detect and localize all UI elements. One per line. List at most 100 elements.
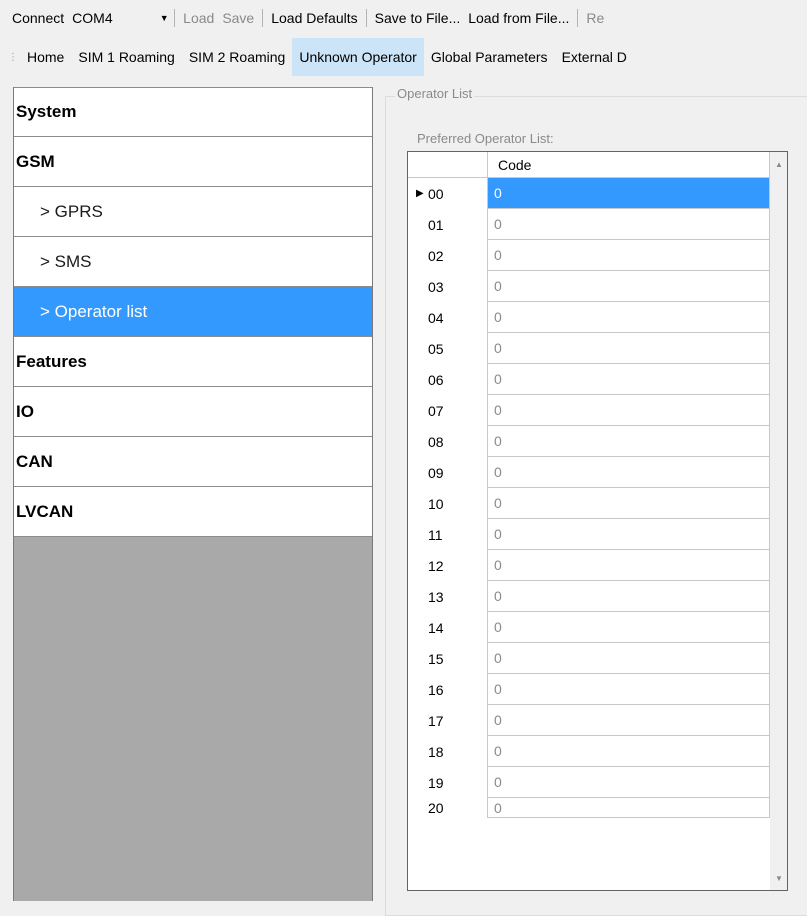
row-header[interactable]: 06 bbox=[408, 364, 488, 395]
table-row[interactable]: 11 0 bbox=[408, 519, 770, 550]
table-row[interactable]: 15 0 bbox=[408, 643, 770, 674]
code-cell[interactable]: 0 bbox=[488, 674, 770, 705]
row-header[interactable]: 11 bbox=[408, 519, 488, 550]
table-row[interactable]: 01 0 bbox=[408, 209, 770, 240]
code-cell[interactable]: 0 bbox=[488, 333, 770, 364]
row-header[interactable]: 05 bbox=[408, 333, 488, 364]
table-row[interactable]: 10 0 bbox=[408, 488, 770, 519]
table-row[interactable]: 20 0 bbox=[408, 798, 770, 818]
save-to-file-button[interactable]: Save to File... bbox=[371, 10, 465, 26]
code-cell[interactable]: 0 bbox=[488, 612, 770, 643]
operator-grid[interactable]: Code ▶ 00 0 01 0 02 0 03 0 04 0 05 0 06 0 07 0 08 0 09 0 10 0 1… bbox=[407, 151, 788, 891]
code-cell[interactable]: 0 bbox=[488, 550, 770, 581]
port-combobox[interactable]: COM4 ▼ bbox=[70, 7, 170, 29]
sidebar-item-lvcan[interactable]: LVCAN bbox=[14, 487, 372, 537]
load-defaults-button[interactable]: Load Defaults bbox=[267, 10, 361, 26]
table-row[interactable]: 02 0 bbox=[408, 240, 770, 271]
vertical-scrollbar[interactable]: ▲ ▼ bbox=[770, 152, 787, 890]
row-header[interactable]: 18 bbox=[408, 736, 488, 767]
tab-external-devices[interactable]: External D bbox=[555, 38, 634, 76]
load-from-file-button[interactable]: Load from File... bbox=[464, 10, 573, 26]
sidebar-item-features[interactable]: Features bbox=[14, 337, 372, 387]
tab-sim1-roaming[interactable]: SIM 1 Roaming bbox=[71, 38, 181, 76]
tab-global-parameters[interactable]: Global Parameters bbox=[424, 38, 555, 76]
grip-icon[interactable]: ⋮ bbox=[8, 38, 20, 76]
code-cell[interactable]: 0 bbox=[488, 581, 770, 612]
grid-corner-cell[interactable] bbox=[408, 152, 488, 178]
code-cell[interactable]: 0 bbox=[488, 364, 770, 395]
code-cell[interactable]: 0 bbox=[488, 302, 770, 333]
row-header[interactable]: 08 bbox=[408, 426, 488, 457]
code-cell[interactable]: 0 bbox=[488, 240, 770, 271]
row-index: 09 bbox=[428, 464, 444, 481]
group-title: Operator List bbox=[395, 86, 475, 101]
code-cell[interactable]: 0 bbox=[488, 395, 770, 426]
code-cell[interactable]: 0 bbox=[488, 209, 770, 240]
tab-sim2-roaming[interactable]: SIM 2 Roaming bbox=[182, 38, 292, 76]
table-row[interactable]: ▶ 00 0 bbox=[408, 178, 770, 209]
code-cell[interactable]: 0 bbox=[488, 488, 770, 519]
row-header[interactable]: 10 bbox=[408, 488, 488, 519]
row-header[interactable]: 14 bbox=[408, 612, 488, 643]
row-header[interactable]: 01 bbox=[408, 209, 488, 240]
row-header[interactable]: 17 bbox=[408, 705, 488, 736]
row-index: 00 bbox=[428, 185, 444, 202]
table-row[interactable]: 06 0 bbox=[408, 364, 770, 395]
sidebar-item-io[interactable]: IO bbox=[14, 387, 372, 437]
row-header[interactable]: 04 bbox=[408, 302, 488, 333]
sidebar-item-operator-list[interactable]: > Operator list bbox=[14, 287, 372, 337]
table-row[interactable]: 09 0 bbox=[408, 457, 770, 488]
tab-home[interactable]: Home bbox=[20, 38, 71, 76]
tab-unknown-operator[interactable]: Unknown Operator bbox=[292, 38, 424, 76]
table-row[interactable]: 12 0 bbox=[408, 550, 770, 581]
sidebar-item-gsm[interactable]: GSM bbox=[14, 137, 372, 187]
sidebar-item-gprs[interactable]: > GPRS bbox=[14, 187, 372, 237]
sidebar-item-sms[interactable]: > SMS bbox=[14, 237, 372, 287]
table-row[interactable]: 18 0 bbox=[408, 736, 770, 767]
toolbar-separator bbox=[174, 9, 176, 27]
table-row[interactable]: 08 0 bbox=[408, 426, 770, 457]
table-row[interactable]: 19 0 bbox=[408, 767, 770, 798]
code-cell[interactable]: 0 bbox=[488, 736, 770, 767]
code-cell[interactable]: 0 bbox=[488, 767, 770, 798]
row-header[interactable]: 09 bbox=[408, 457, 488, 488]
sidebar-item-can[interactable]: CAN bbox=[14, 437, 372, 487]
code-cell[interactable]: 0 bbox=[488, 519, 770, 550]
scroll-down-icon[interactable]: ▼ bbox=[770, 870, 787, 888]
code-cell[interactable]: 0 bbox=[488, 271, 770, 302]
dropdown-arrow-icon[interactable]: ▼ bbox=[158, 13, 170, 23]
table-row[interactable]: 04 0 bbox=[408, 302, 770, 333]
load-button[interactable]: Load bbox=[179, 10, 218, 26]
connect-button[interactable]: Connect bbox=[8, 10, 68, 26]
table-row[interactable]: 17 0 bbox=[408, 705, 770, 736]
code-cell[interactable]: 0 bbox=[488, 426, 770, 457]
code-cell[interactable]: 0 bbox=[488, 798, 770, 818]
table-row[interactable]: 07 0 bbox=[408, 395, 770, 426]
column-header-code[interactable]: Code bbox=[488, 152, 770, 178]
row-header[interactable]: 19 bbox=[408, 767, 488, 798]
row-header[interactable]: 13 bbox=[408, 581, 488, 612]
row-header[interactable]: ▶ 00 bbox=[408, 178, 488, 209]
table-row[interactable]: 13 0 bbox=[408, 581, 770, 612]
reset-button[interactable]: Re bbox=[582, 10, 608, 26]
row-header[interactable]: 16 bbox=[408, 674, 488, 705]
sidebar-item-system[interactable]: System bbox=[14, 87, 372, 137]
code-cell[interactable]: 0 bbox=[488, 705, 770, 736]
code-cell[interactable]: 0 bbox=[488, 178, 770, 209]
code-cell[interactable]: 0 bbox=[488, 457, 770, 488]
save-button[interactable]: Save bbox=[218, 10, 258, 26]
row-index: 15 bbox=[428, 650, 444, 667]
table-row[interactable]: 16 0 bbox=[408, 674, 770, 705]
table-row[interactable]: 14 0 bbox=[408, 612, 770, 643]
row-index: 03 bbox=[428, 278, 444, 295]
row-header[interactable]: 03 bbox=[408, 271, 488, 302]
table-row[interactable]: 03 0 bbox=[408, 271, 770, 302]
scroll-up-icon[interactable]: ▲ bbox=[770, 156, 787, 174]
row-header[interactable]: 02 bbox=[408, 240, 488, 271]
row-header[interactable]: 12 bbox=[408, 550, 488, 581]
table-row[interactable]: 05 0 bbox=[408, 333, 770, 364]
row-header[interactable]: 15 bbox=[408, 643, 488, 674]
row-header[interactable]: 07 bbox=[408, 395, 488, 426]
code-cell[interactable]: 0 bbox=[488, 643, 770, 674]
row-header[interactable]: 20 bbox=[408, 798, 488, 818]
